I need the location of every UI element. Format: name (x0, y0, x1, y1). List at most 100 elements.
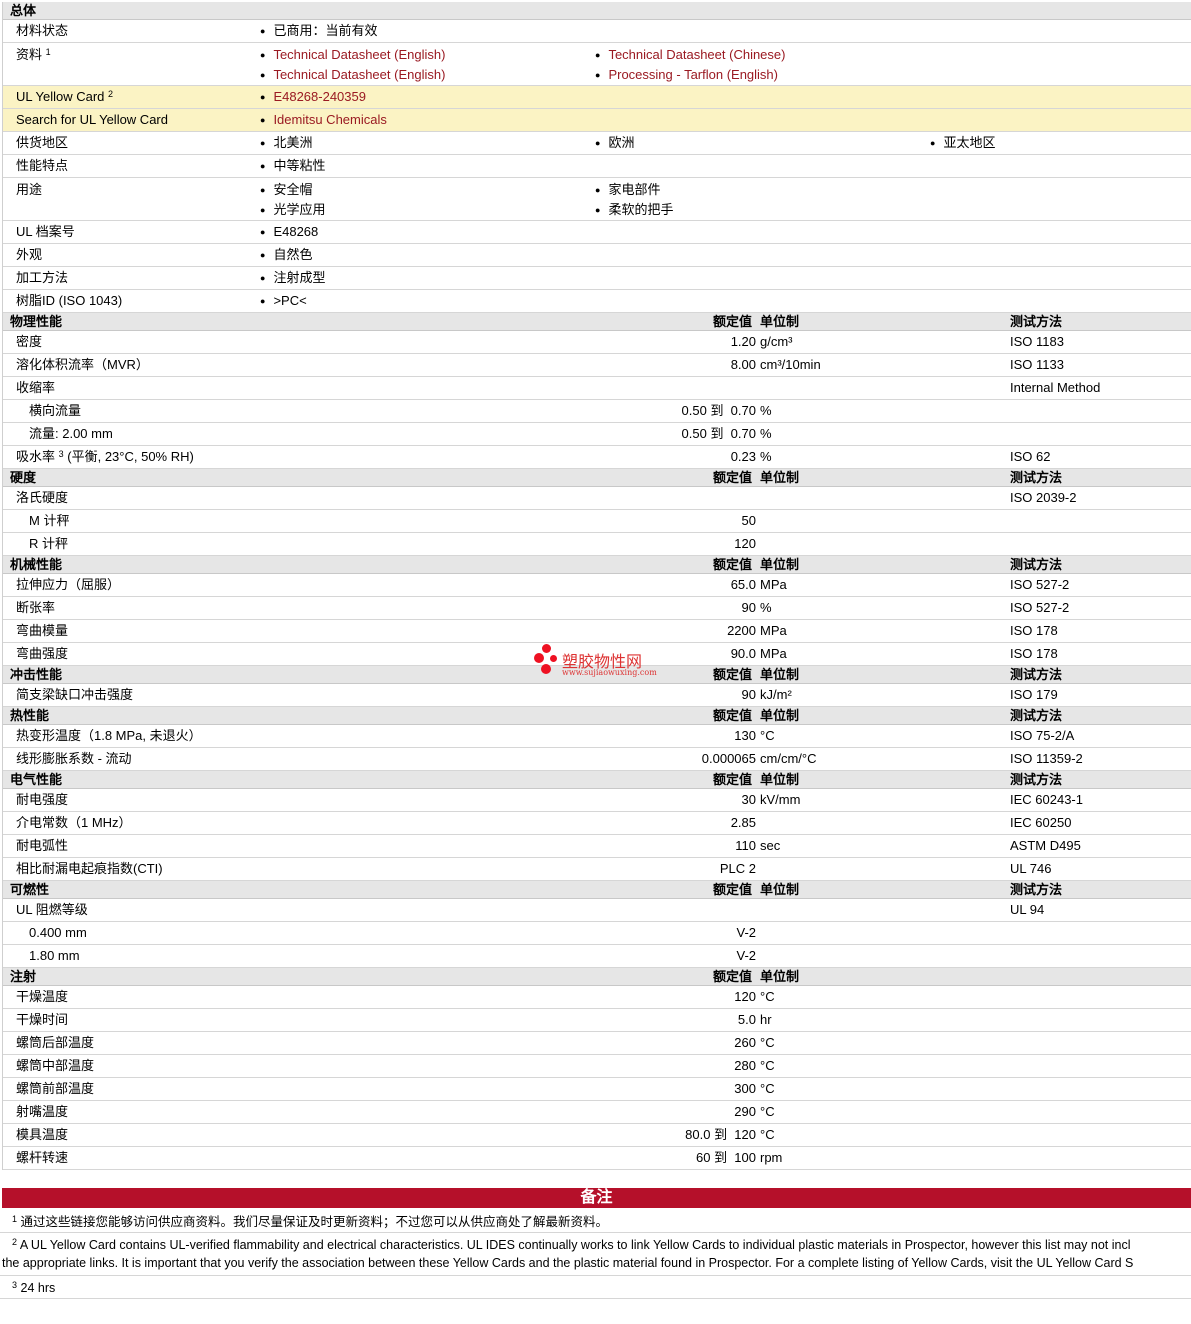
row-ul-file: UL 档案号 E48268 (3, 221, 1191, 244)
property-row: 0.400 mm V-2 (3, 922, 1191, 945)
row-processing: 加工方法 注射成型 (3, 267, 1191, 290)
row-value: 光学应用 (260, 200, 325, 221)
property-row: 1.80 mm V-2 (3, 945, 1191, 968)
row-appearance: 外观 自然色 (3, 244, 1191, 267)
property-row: 射嘴温度 290 °C (3, 1101, 1191, 1124)
section-header-physical: 物理性能 额定值 单位制 测试方法 (3, 313, 1191, 331)
property-method: ISO 1183 (1010, 334, 1064, 349)
property-unit: °C (760, 989, 775, 1004)
link-tds-english-1[interactable]: Technical Datasheet (English) (273, 47, 445, 62)
property-label: 螺筒前部温度 (16, 1081, 95, 1096)
header-method: 测试方法 (1010, 708, 1063, 723)
note-3: 3 24 hrs (0, 1276, 1191, 1299)
header-unit: 单位制 (760, 969, 800, 984)
property-method: ISO 11359-2 (1010, 751, 1083, 766)
property-method: ISO 2039-2 (1010, 490, 1077, 505)
property-label: 简支梁缺口冲击强度 (16, 687, 134, 702)
property-label: 横向流量 (29, 403, 82, 418)
row-label: UL 档案号 (16, 224, 75, 239)
row-label: 供货地区 (16, 135, 69, 150)
header-unit: 单位制 (760, 314, 800, 329)
property-unit: % (760, 403, 772, 418)
link-tds-chinese[interactable]: Technical Datasheet (Chinese) (608, 47, 785, 62)
property-unit: kV/mm (760, 792, 801, 807)
header-unit: 单位制 (760, 708, 800, 723)
property-value: 120 (734, 536, 756, 551)
property-method: ISO 75-2/A (1010, 728, 1075, 743)
row-label: Search for UL Yellow Card (16, 112, 168, 127)
property-row: 介电常数（1 MHz） 2.85 IEC 60250 (3, 812, 1191, 835)
property-label: 流量: 2.00 mm (29, 426, 113, 441)
section-title: 冲击性能 (10, 667, 63, 682)
property-unit: rpm (760, 1150, 783, 1165)
section-header-hardness: 硬度 额定值 单位制 测试方法 (3, 469, 1191, 487)
property-label: R 计秤 (29, 536, 69, 551)
property-row: 洛氏硬度 ISO 2039-2 (3, 487, 1191, 510)
property-value: 30 (741, 792, 756, 807)
property-row: 密度 1.20 g/cm³ ISO 1183 (3, 331, 1191, 354)
header-unit: 单位制 (760, 772, 800, 787)
property-unit: kJ/m² (760, 687, 792, 702)
property-value: 90.0 (730, 646, 756, 661)
section-header-general: 总体 (3, 2, 1191, 20)
row-value: 自然色 (260, 244, 312, 267)
property-label: 吸水率 3 (平衡, 23°C, 50% RH) (16, 449, 194, 464)
link-idemitsu-chemicals[interactable]: Idemitsu Chemicals (273, 112, 386, 127)
property-row: UL 阻燃等级 UL 94 (3, 899, 1191, 922)
property-label: 耐电弧性 (16, 838, 69, 853)
section-title: 热性能 (10, 708, 50, 723)
link-ul-yellow-card[interactable]: E48268-240359 (273, 89, 366, 104)
section-title: 硬度 (10, 470, 37, 485)
property-value: 0.50 到 0.70 (681, 426, 756, 441)
property-value: 0.23 (730, 449, 756, 464)
property-row: 耐电弧性 110 sec ASTM D495 (3, 835, 1191, 858)
property-value: 8.00 (730, 357, 756, 372)
property-value: 90 (741, 600, 756, 615)
row-value: 安全帽 (260, 180, 312, 201)
link-tds-english-2[interactable]: Technical Datasheet (English) (273, 67, 445, 82)
property-value: 130 (734, 728, 756, 743)
property-label: 弯曲强度 (16, 646, 69, 661)
link-processing-tarflon[interactable]: Processing - Tarflon (English) (608, 67, 778, 82)
header-nominal: 额定值 (713, 557, 753, 572)
row-value: 注射成型 (260, 267, 325, 290)
row-value: 已商用：当前有效 (260, 20, 377, 43)
property-method: ISO 178 (1010, 623, 1058, 638)
row-label: 树脂ID (ISO 1043) (16, 293, 123, 308)
property-label: UL 阻燃等级 (16, 902, 88, 917)
row-value: 家电部件 (595, 180, 660, 201)
datasheet-table: 总体 材料状态 已商用：当前有效 资料 1 Technical Datashee… (2, 2, 1191, 1170)
property-method: ISO 527-2 (1010, 577, 1070, 592)
property-unit: cm/cm/°C (760, 751, 817, 766)
property-method: IEC 60243-1 (1010, 792, 1083, 807)
header-nominal: 额定值 (713, 470, 753, 485)
property-value: 0.000065 (701, 751, 756, 766)
property-row: 溶化体积流率（MVR） 8.00 cm³/10min ISO 1133 (3, 354, 1191, 377)
property-unit: % (760, 426, 772, 441)
property-value: 290 (734, 1104, 756, 1119)
property-unit: hr (760, 1012, 772, 1027)
row-value: 北美洲 (260, 132, 312, 155)
header-nominal: 额定值 (713, 667, 753, 682)
property-method: ISO 1133 (1010, 357, 1064, 372)
property-row: 横向流量 0.50 到 0.70% (3, 400, 1191, 423)
row-label: 外观 (16, 247, 43, 262)
header-method: 测试方法 (1010, 557, 1063, 572)
property-value: 0.50 到 0.70 (681, 403, 756, 418)
header-method: 测试方法 (1010, 667, 1063, 682)
property-label: 弯曲模量 (16, 623, 69, 638)
property-unit: MPa (760, 646, 787, 661)
property-value: 260 (734, 1035, 756, 1050)
property-method: IEC 60250 (1010, 815, 1072, 830)
property-row: 螺筒前部温度 300 °C (3, 1078, 1191, 1101)
row-value: 柔软的把手 (595, 200, 673, 221)
section-title: 物理性能 (10, 314, 63, 329)
property-unit: % (760, 449, 772, 464)
property-label: 耐电强度 (16, 792, 69, 807)
property-row: 干燥时间 5.0 hr (3, 1009, 1191, 1032)
property-label: 介电常数（1 MHz） (16, 815, 132, 830)
note-1: 1 通过这些链接您能够访问供应商资料。我们尽量保证及时更新资料；不过您可以从供应… (0, 1210, 1191, 1233)
property-value: 80.0 到 120 (685, 1127, 756, 1142)
property-method: ISO 178 (1010, 646, 1058, 661)
property-row: 相比耐漏电起痕指数(CTI) PLC 2 UL 746 (3, 858, 1191, 881)
